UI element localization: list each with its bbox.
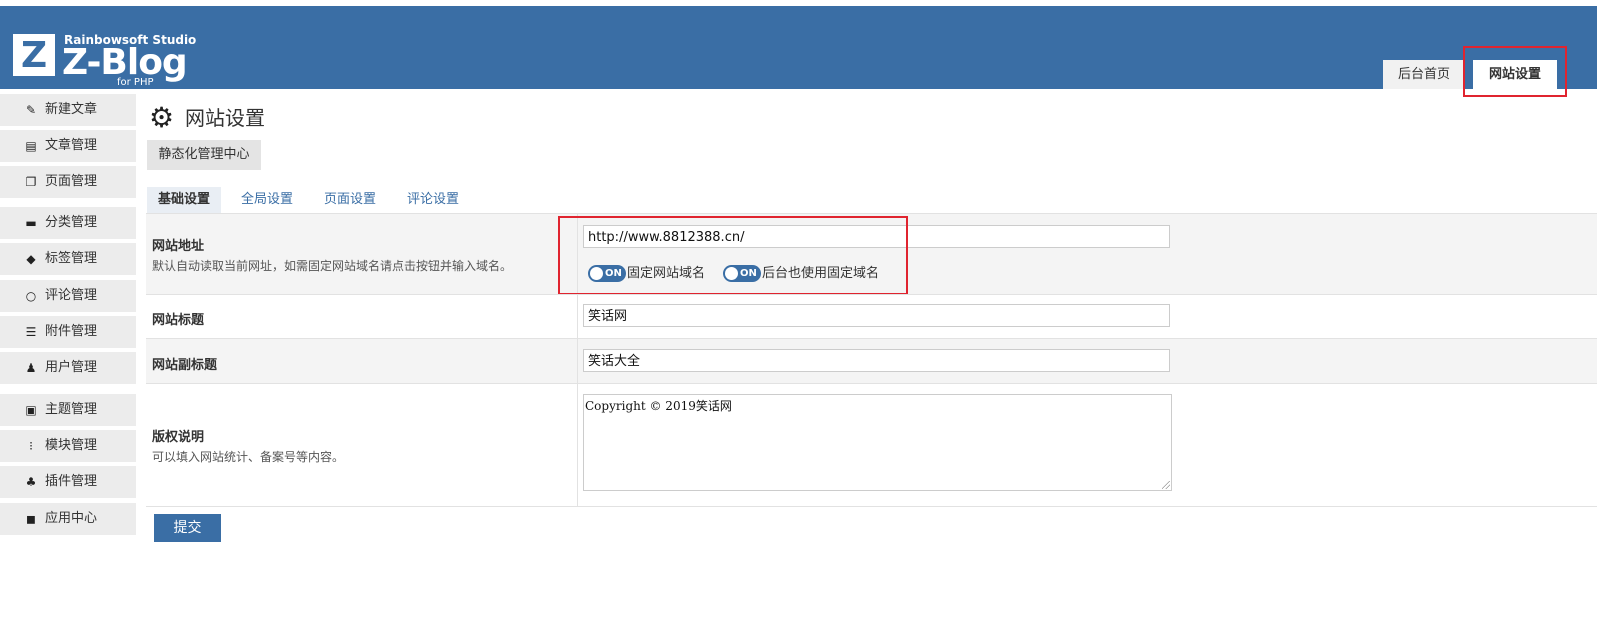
sidebar-item-label: 附件管理 [45,324,98,339]
sidebar-item-modules[interactable]: ⁝ 模块管理 [0,430,136,462]
top-tab-site-settings[interactable]: 网站设置 [1473,60,1557,89]
sidebar-item-label: 用户管理 [45,360,98,375]
edit-icon: ✎ [25,103,37,117]
resize-grip-icon[interactable] [1162,481,1170,489]
toggle-knob [590,267,603,280]
sidebar-item-label: 标签管理 [45,251,98,266]
fixed-domain-label: 固定网站域名 [627,266,706,281]
sidebar-item-label: 新建文章 [45,102,98,117]
toggle-state: ON [740,268,757,279]
site-subtitle-label: 网站副标题 [152,358,218,373]
user-icon: ♟ [25,361,37,375]
site-title-input[interactable]: 笑话网 [583,304,1170,327]
folder-icon: ▬ [25,216,37,230]
site-url-desc: 默认自动读取当前网址，如需固定网站域名请点击按钮并输入域名。 [152,259,513,273]
app-center-icon: ◼ [26,512,36,526]
top-tab-dashboard[interactable]: 后台首页 [1383,60,1465,89]
tab-page-settings[interactable]: 页面设置 [313,187,387,213]
static-management-button[interactable]: 静态化管理中心 [147,140,261,170]
header-bar: Z Rainbowsoft Studio Z-Blog for PHP [0,6,1597,89]
site-url-input[interactable]: http://www.8812388.cn/ [583,225,1170,248]
backend-fixed-domain-label: 后台也使用固定域名 [762,266,880,281]
sidebar-item-label: 评论管理 [45,288,98,303]
sidebar-item-articles[interactable]: ▤ 文章管理 [0,130,136,162]
sidebar-item-label: 文章管理 [45,138,98,153]
toggle-state: ON [605,268,622,279]
tab-global-settings[interactable]: 全局设置 [230,187,304,213]
module-icon: ⁝ [29,439,33,453]
document-icon: ▤ [25,139,37,153]
copyright-textarea[interactable]: Copyright © 2019笑话网 [583,394,1172,491]
toggle-knob [725,267,738,280]
sidebar-item-new-article[interactable]: ✎ 新建文章 [0,94,136,126]
copyright-label: 版权说明 [152,430,205,445]
sidebar-item-label: 应用中心 [45,511,98,526]
sidebar-item-attachments[interactable]: ☰ 附件管理 [0,316,136,348]
logo-sub-text: for PHP [117,77,154,88]
plugin-icon: ♣ [25,475,37,489]
submit-button[interactable]: 提交 [154,514,221,542]
sidebar-item-pages[interactable]: ❐ 页面管理 [0,166,136,198]
logo-mark: Z [13,34,55,76]
tag-icon: ◆ [26,252,36,266]
sidebar-item-label: 插件管理 [45,474,98,489]
site-title-label: 网站标题 [152,313,205,328]
fixed-domain-toggle[interactable]: ON [588,265,626,282]
copyright-text: Copyright © 2019笑话网 [585,399,732,413]
backend-fixed-domain-toggle[interactable]: ON [723,265,761,282]
copyright-desc: 可以填入网站统计、备案号等内容。 [152,450,345,464]
sidebar-item-categories[interactable]: ▬ 分类管理 [0,207,136,239]
comment-icon: ○ [25,289,37,303]
tab-basic-settings[interactable]: 基础设置 [147,187,221,213]
sidebar-item-label: 主题管理 [45,402,98,417]
sidebar-item-app-center[interactable]: ◼ 应用中心 [0,503,136,535]
sidebar-item-comments[interactable]: ○ 评论管理 [0,280,136,312]
pages-icon: ❐ [25,175,37,189]
site-url-label: 网站地址 [152,239,205,254]
page-title: 网站设置 [185,106,265,130]
sidebar-item-label: 页面管理 [45,174,98,189]
theme-icon: ▣ [25,403,37,417]
site-subtitle-input[interactable]: 笑话大全 [583,349,1170,372]
sidebar-item-themes[interactable]: ▣ 主题管理 [0,394,136,426]
tab-comment-settings[interactable]: 评论设置 [396,187,470,213]
attachment-icon: ☰ [25,325,37,339]
sidebar-item-label: 模块管理 [45,438,98,453]
sidebar-item-label: 分类管理 [45,215,98,230]
sidebar-item-users[interactable]: ♟ 用户管理 [0,352,136,384]
sidebar-item-tags[interactable]: ◆ 标签管理 [0,243,136,275]
sidebar-item-plugins[interactable]: ♣ 插件管理 [0,466,136,498]
gear-icon: ⚙ [149,101,175,134]
